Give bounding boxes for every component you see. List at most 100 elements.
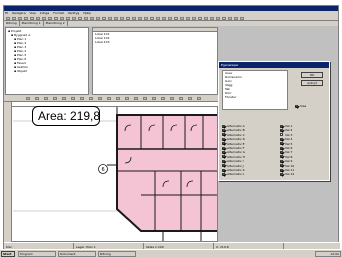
- tree-item[interactable]: ▪ Objekt: [8, 69, 86, 73]
- document-tab-2[interactable]: Planritning 2: [44, 21, 68, 26]
- left-option-checkbox[interactable]: Alternativ D: [222, 137, 245, 141]
- draw-tool-icon[interactable]: [35, 97, 39, 100]
- menu-item-0[interactable]: Fil: [4, 11, 8, 15]
- toolbar-tool-icon[interactable]: [126, 17, 130, 20]
- toolbar-tool-icon[interactable]: [180, 17, 184, 20]
- toolbar-tool-icon[interactable]: [18, 17, 22, 20]
- right-option-checkbox[interactable]: Val 10: [280, 164, 294, 168]
- menu-item-6[interactable]: Hjälp: [82, 11, 91, 15]
- toolbar-tool-icon[interactable]: [96, 17, 100, 20]
- draw-tool-icon[interactable]: [170, 97, 174, 100]
- toolbar-tool-icon[interactable]: [174, 17, 178, 20]
- dialog-title[interactable]: Egenskaper: [219, 62, 329, 68]
- draw-tool-icon[interactable]: [53, 97, 57, 100]
- taskbar-task-button[interactable]: Program: [18, 251, 56, 257]
- draw-tool-icon[interactable]: [116, 97, 120, 100]
- toolbar-tool-icon[interactable]: [42, 17, 46, 20]
- draw-tool-icon[interactable]: [107, 97, 111, 100]
- toolbar-tool-icon[interactable]: [150, 17, 154, 20]
- left-option-checkbox[interactable]: Alternativ L: [222, 172, 244, 176]
- properties-table[interactable]: Lokal 101 Lokal 102 Lokal 103: [92, 27, 218, 95]
- toolbar-tool-icon[interactable]: [234, 17, 238, 20]
- toolbar-tool-icon[interactable]: [240, 17, 244, 20]
- left-option-checkbox[interactable]: Alternativ A: [222, 124, 245, 128]
- toolbar-tool-icon[interactable]: [132, 17, 136, 20]
- left-option-checkbox[interactable]: Alternativ H: [222, 155, 245, 159]
- toolbar-tool-icon[interactable]: [30, 17, 34, 20]
- toolbar-tool-icon[interactable]: [54, 17, 58, 20]
- draw-tool-icon[interactable]: [161, 97, 165, 100]
- left-option-checkbox[interactable]: Alternativ G: [222, 150, 245, 154]
- taskbar-task-button[interactable]: Ritning: [98, 251, 136, 257]
- toolbar-tool-icon[interactable]: [138, 17, 142, 20]
- toolbar-tool-icon[interactable]: [108, 17, 112, 20]
- project-tree[interactable]: ▪ Projekt ▪ Byggnad A ▪ Plan 1 ▪ Plan 2 ▪ Pl…: [5, 27, 89, 95]
- toolbar-tool-icon[interactable]: [24, 17, 28, 20]
- table-row[interactable]: Lokal 103: [93, 40, 217, 44]
- toolbar-tool-icon[interactable]: [156, 17, 160, 20]
- draw-tool-icon[interactable]: [197, 97, 201, 100]
- draw-tool-icon[interactable]: [62, 97, 66, 100]
- toolbar-tool-icon[interactable]: [162, 17, 166, 20]
- dialog-list[interactable]: Area Rumsnamn Golv Vägg Tak Dörr Fönster: [222, 70, 288, 110]
- menu-item-4[interactable]: Format: [52, 11, 64, 15]
- right-option-checkbox[interactable]: Val 5: [280, 142, 292, 146]
- draw-tool-icon[interactable]: [89, 97, 93, 100]
- ok-button[interactable]: OK: [301, 72, 323, 78]
- left-option-checkbox[interactable]: Alternativ F: [222, 146, 244, 150]
- draw-tool-icon[interactable]: [26, 97, 30, 100]
- left-option-checkbox[interactable]: Alternativ I: [222, 159, 243, 163]
- draw-tool-icon[interactable]: [44, 97, 48, 100]
- draw-tool-icon[interactable]: [80, 97, 84, 100]
- toolbar-tool-icon[interactable]: [192, 17, 196, 20]
- draw-tool-icon[interactable]: [179, 97, 183, 100]
- toolbar-tool-icon[interactable]: [66, 17, 70, 20]
- dialog-list-item[interactable]: Fönster: [225, 95, 287, 99]
- left-option-checkbox[interactable]: Alternativ K: [222, 168, 245, 172]
- left-option-checkbox[interactable]: Alternativ J: [222, 164, 243, 168]
- document-tab-1[interactable]: Planritning 1: [20, 21, 44, 26]
- toolbar-tool-icon[interactable]: [168, 17, 172, 20]
- toolbar-tool-icon[interactable]: [90, 17, 94, 20]
- toolbar-tool-icon[interactable]: [12, 17, 16, 20]
- draw-tool-icon[interactable]: [188, 97, 192, 100]
- draw-tool-icon[interactable]: [98, 97, 102, 100]
- start-button[interactable]: Start: [1, 251, 15, 257]
- toolbar-tool-icon[interactable]: [204, 17, 208, 20]
- draw-tool-icon[interactable]: [71, 97, 75, 100]
- left-option-checkbox[interactable]: Alternativ C: [222, 133, 245, 137]
- draw-tool-icon[interactable]: [152, 97, 156, 100]
- toolbar-tool-icon[interactable]: [60, 17, 64, 20]
- toolbar-tool-icon[interactable]: [48, 17, 52, 20]
- cancel-button[interactable]: Avbryt: [301, 80, 323, 86]
- toolbar-tool-icon[interactable]: [102, 17, 106, 20]
- menu-item-2[interactable]: Visa: [29, 11, 36, 15]
- toolbar-tool-icon[interactable]: [78, 17, 82, 20]
- menu-item-5[interactable]: Verktyg: [67, 11, 80, 15]
- toolbar-tool-icon[interactable]: [72, 17, 76, 20]
- draw-tool-icon[interactable]: [143, 97, 147, 100]
- toolbar-tool-icon[interactable]: [120, 17, 124, 20]
- toolbar-tool-icon[interactable]: [186, 17, 190, 20]
- toolbar-tool-icon[interactable]: [228, 17, 232, 20]
- draw-tool-icon[interactable]: [134, 97, 138, 100]
- menu-item-3[interactable]: Infoga: [39, 11, 49, 15]
- menu-item-1[interactable]: Redigera: [11, 11, 25, 15]
- left-option-checkbox[interactable]: Alternativ B: [222, 128, 245, 132]
- toolbar-tool-icon[interactable]: [222, 17, 226, 20]
- right-option-checkbox[interactable]: Val 2: [280, 128, 292, 132]
- taskbar-task-button[interactable]: Dokument: [58, 251, 96, 257]
- toolbar-tool-icon[interactable]: [36, 17, 40, 20]
- toolbar-tool-icon[interactable]: [210, 17, 214, 20]
- toolbar-tool-icon[interactable]: [144, 17, 148, 20]
- document-tab-0[interactable]: Ritning: [4, 21, 20, 26]
- draw-tool-icon[interactable]: [125, 97, 129, 100]
- toolbar-tool-icon[interactable]: [114, 17, 118, 20]
- toolbar-tool-icon[interactable]: [84, 17, 88, 20]
- toolbar-tool-icon[interactable]: [216, 17, 220, 20]
- left-option-checkbox[interactable]: Alternativ E: [222, 142, 244, 146]
- show-checkbox[interactable]: Visa: [295, 104, 306, 108]
- right-option-checkbox[interactable]: Val 12: [280, 172, 294, 176]
- toolbar-tool-icon[interactable]: [198, 17, 202, 20]
- toolbar-tool-icon[interactable]: [6, 17, 10, 20]
